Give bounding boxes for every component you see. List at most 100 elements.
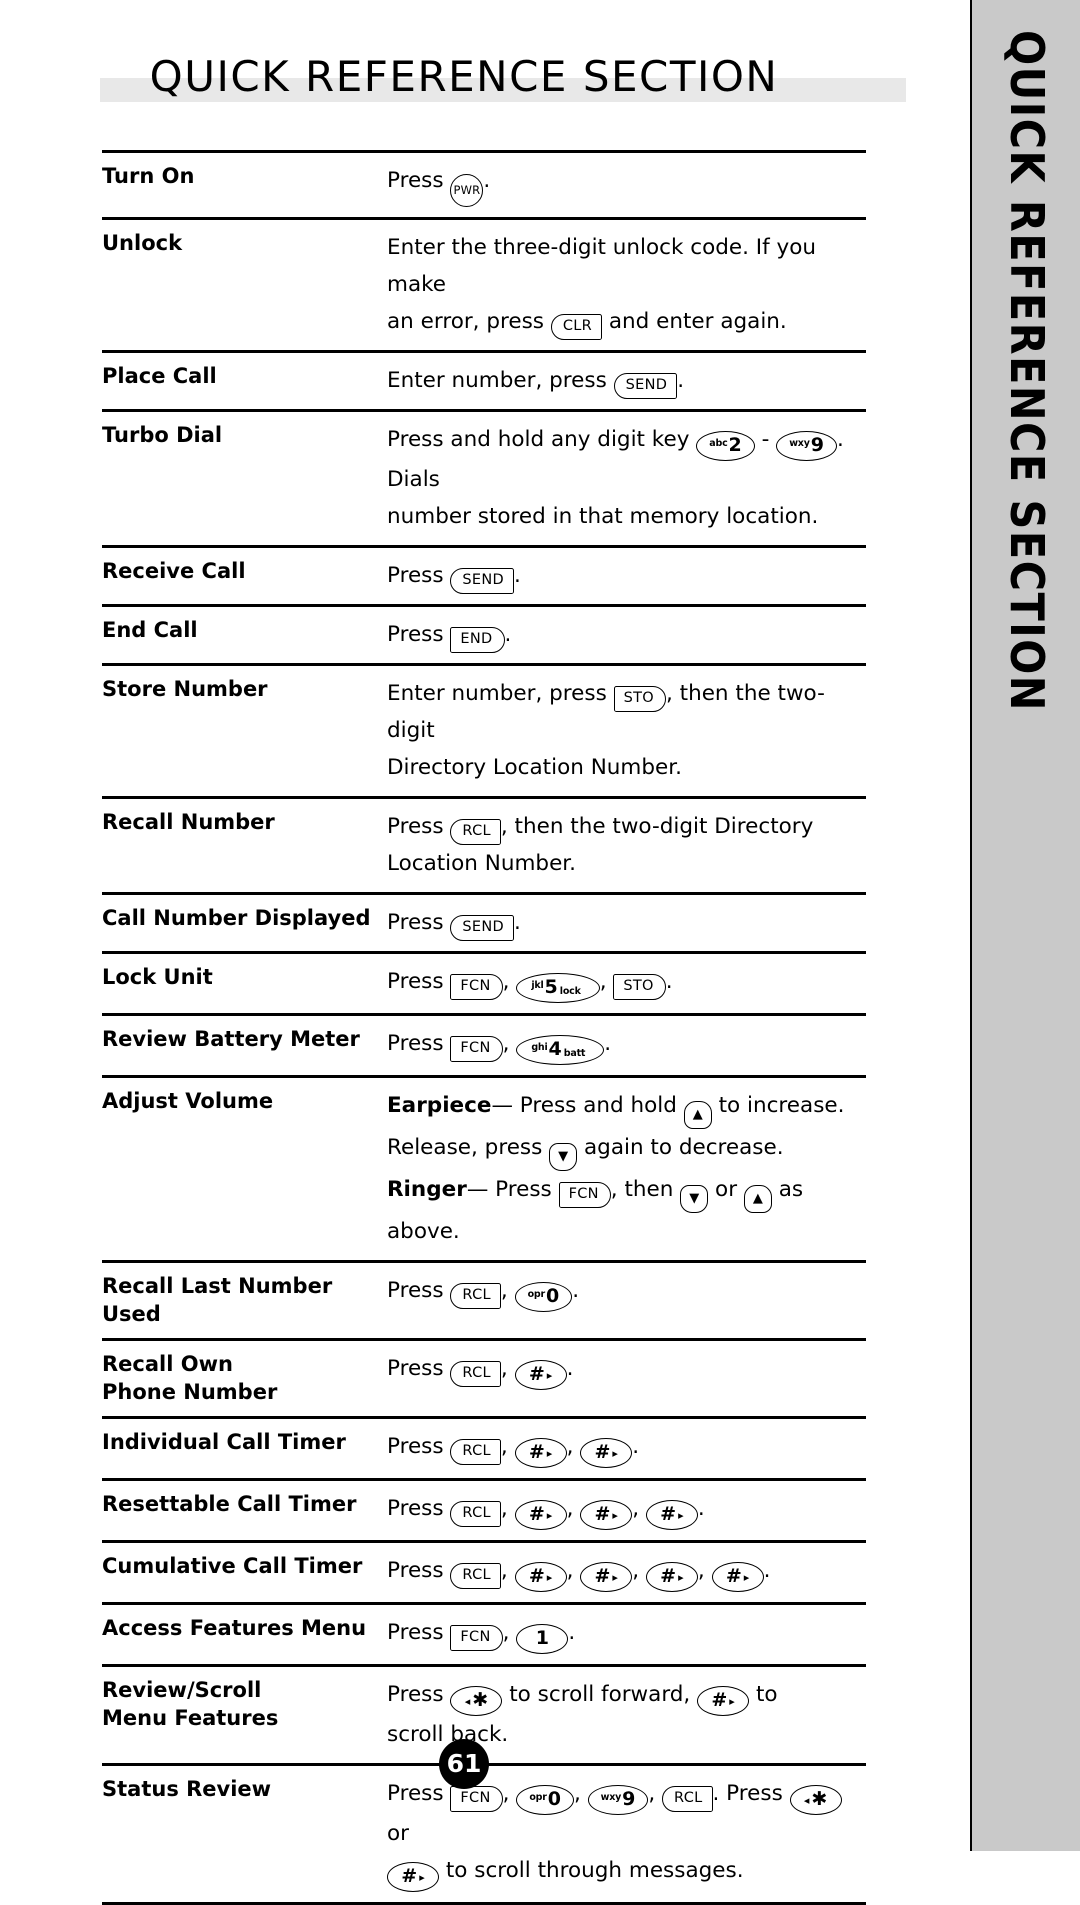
instruction-text: Press and hold any digit key (387, 427, 697, 452)
instruction-text: Location Number. (387, 851, 576, 876)
instruction-text: , (500, 1278, 515, 1303)
triangle-right-icon: ▸ (612, 1447, 618, 1460)
table-row: Receive Call Press SEND. (102, 548, 866, 607)
row-label: Receive Call (102, 559, 246, 583)
row-description: Earpiece— Press and hold ▲ to increase. R… (387, 1087, 866, 1250)
table-row: Turbo Dial Press and hold any digit key a… (102, 412, 866, 548)
instruction-text: , (502, 1620, 517, 1645)
table-row: Access Features Menu Press FCN, 1. (102, 1605, 866, 1667)
instruction-text: Press (387, 814, 451, 839)
instruction-text: . (504, 622, 512, 647)
instruction-text: — Press and hold (491, 1093, 684, 1118)
instruction-text: Press (387, 969, 451, 994)
instruction-text: Press (387, 622, 451, 647)
key-hash-icon: # ▸ (514, 1500, 567, 1530)
key-star-icon: ◂ ✱ (450, 1686, 503, 1716)
side-tab-label: QUICK REFERENCE SECTION (1000, 30, 1054, 712)
instruction-text: , (599, 969, 614, 994)
instruction-text: an error, press (387, 309, 551, 334)
instruction-text: , (566, 1496, 581, 1521)
instruction-text: Press (387, 563, 451, 588)
instruction-text: Directory Location Number. (387, 755, 682, 780)
key-end-icon: END (450, 627, 505, 653)
key-2-icon: abc2 (696, 431, 755, 461)
row-description: Press FCN, ghi4 batt. (387, 1025, 866, 1065)
key-rcl-icon: RCL (450, 819, 501, 845)
key-send-icon: SEND (450, 915, 514, 941)
key-hash-icon: # ▸ (580, 1500, 633, 1530)
instruction-lead: Ringer (387, 1177, 467, 1202)
instruction-text: again to decrease. (577, 1135, 784, 1160)
instruction-text: to (749, 1682, 778, 1707)
key-send-icon: SEND (450, 568, 514, 594)
row-description: Press RCL, then the two-digit Directory L… (387, 808, 866, 882)
key-letters: wxy (789, 438, 810, 449)
key-fcn-icon: FCN (450, 974, 503, 1000)
key-rcl-icon: RCL (662, 1786, 713, 1812)
row-label: Unlock (102, 231, 183, 255)
instruction-text: Press (387, 168, 451, 193)
instruction-text: Press (387, 1434, 451, 1459)
key-send-icon: SEND (613, 373, 678, 399)
row-label: Lock Unit (102, 965, 213, 989)
key-arrow-down-icon: ▼ (549, 1143, 578, 1171)
row-label: Turn On (102, 164, 195, 188)
row-description: Press PWR. (387, 162, 866, 207)
row-description: Press and hold any digit key abc2 - wxy9… (387, 421, 866, 535)
instruction-text: number stored in that memory location. (387, 504, 819, 529)
key-hash-icon: # ▸ (711, 1562, 764, 1592)
row-label: End Call (102, 618, 198, 642)
row-label: Recall Number (102, 810, 275, 834)
row-description: Press RCL, # ▸. (387, 1350, 866, 1390)
instruction-lead: Earpiece (387, 1093, 492, 1118)
instruction-text: Press (387, 1558, 451, 1583)
instruction-text: , (500, 1496, 515, 1521)
instruction-text: Enter the three-digit unlock code. If yo… (387, 235, 817, 297)
table-row: Recall Own Phone Number Press RCL, # ▸. (102, 1341, 866, 1419)
instruction-text: . (632, 1434, 640, 1459)
instruction-text: . (677, 368, 685, 393)
table-row: Recall Last Number Used Press RCL, opr0. (102, 1263, 866, 1341)
key-hash-icon: # ▸ (514, 1562, 567, 1592)
instruction-text: or (708, 1177, 744, 1202)
instruction-text: , then (610, 1177, 681, 1202)
row-description: Press FCN, jkl5 lock, STO. (387, 963, 866, 1003)
key-hash-icon: # ▸ (645, 1562, 698, 1592)
key-sto-icon: STO (613, 686, 666, 712)
key-letters: ghi (531, 1042, 548, 1053)
instruction-text: Enter number, press (387, 368, 614, 393)
row-label: Store Number (102, 677, 268, 701)
key-letters: opr (529, 1792, 547, 1803)
row-description: Press FCN, opr0, wxy9, RCL. Press ◂ ✱ or #… (387, 1775, 866, 1892)
table-row: Turn On Press PWR. (102, 153, 866, 220)
instruction-text: Press (387, 1620, 451, 1645)
instruction-text: , (502, 1031, 517, 1056)
key-star-icon: ◂ ✱ (789, 1785, 842, 1815)
instruction-text: , (566, 1434, 581, 1459)
key-5-icon: jkl5 lock (516, 973, 600, 1003)
key-hash-icon: # ▸ (580, 1438, 633, 1468)
instruction-text: Press (387, 1356, 451, 1381)
instruction-text: Enter number, press (387, 681, 614, 706)
table-row: Call Number Displayed Press SEND. (102, 895, 866, 954)
table-row: Review Battery Meter Press FCN, ghi4 batt. (102, 1016, 866, 1078)
key-rcl-icon: RCL (450, 1439, 501, 1465)
row-label: Review/Scroll Menu Features (102, 1678, 279, 1730)
key-0-icon: opr0 (516, 1785, 574, 1815)
key-1-icon: 1 (516, 1624, 569, 1654)
row-label: Cumulative Call Timer (102, 1554, 363, 1578)
instruction-text: or (387, 1821, 409, 1846)
triangle-right-icon: ▸ (546, 1571, 553, 1584)
instruction-text: . (763, 1558, 771, 1583)
key-hash-icon: # ▸ (514, 1438, 567, 1468)
triangle-right-icon: ▸ (612, 1509, 618, 1522)
key-fcn-icon: FCN (450, 1786, 503, 1812)
row-description: Enter the three-digit unlock code. If yo… (387, 229, 866, 340)
key-fcn-icon: FCN (558, 1182, 611, 1208)
instruction-text: to increase. (711, 1093, 845, 1118)
key-letters: opr (527, 1289, 546, 1300)
instruction-text: - (754, 427, 777, 452)
row-label: Recall Own Phone Number (102, 1352, 278, 1404)
triangle-right-icon: ▸ (546, 1369, 553, 1382)
instruction-text: . (572, 1278, 580, 1303)
